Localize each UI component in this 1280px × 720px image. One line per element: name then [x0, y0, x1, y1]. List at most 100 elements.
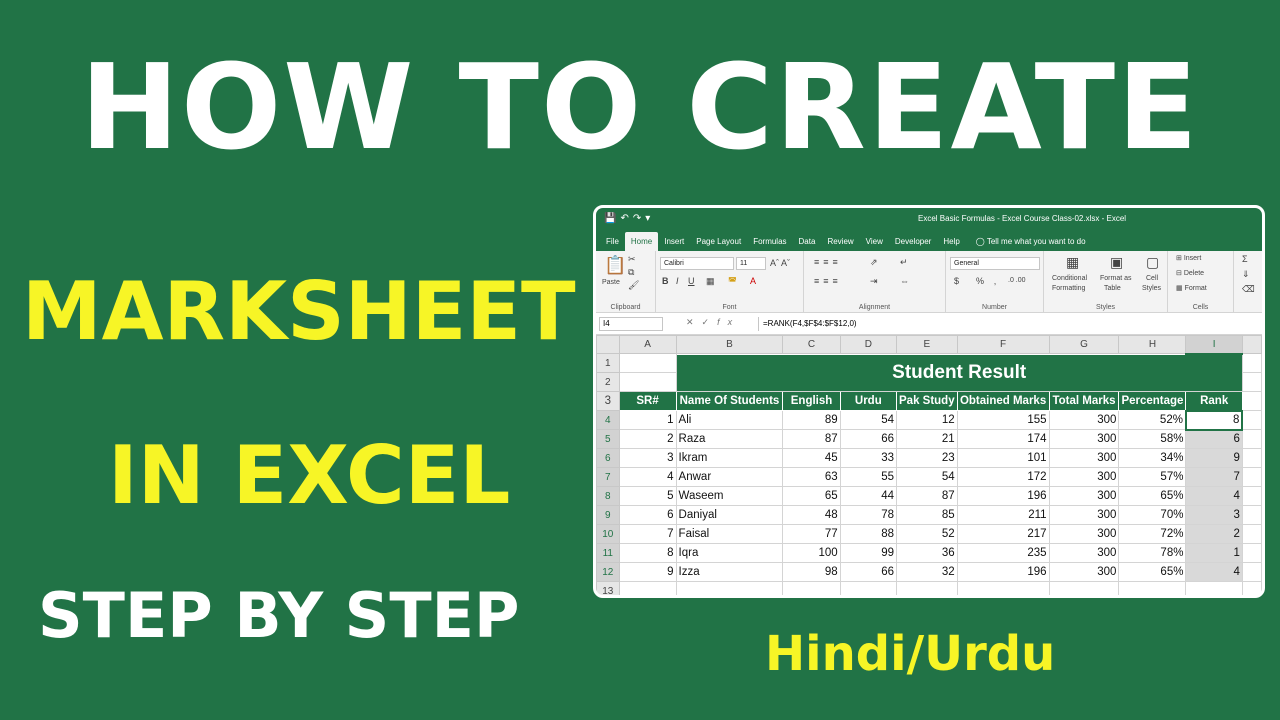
sheet-title[interactable]: Student Result — [675, 353, 1243, 392]
cell[interactable]: 72% — [1118, 524, 1187, 544]
cell[interactable]: 99 — [839, 543, 898, 563]
cell[interactable]: 4 — [1185, 562, 1243, 582]
cell[interactable]: 7 — [1185, 467, 1243, 487]
format-as-table-icon[interactable]: ▣ — [1110, 255, 1123, 269]
tab-insert[interactable]: Insert — [658, 232, 690, 251]
cell[interactable]: 12 — [896, 410, 958, 430]
format-button[interactable]: ▦ Format — [1176, 285, 1207, 292]
cell[interactable]: 172 — [956, 467, 1050, 487]
cell[interactable] — [782, 581, 841, 595]
copy-icon[interactable]: ⧉ — [628, 268, 634, 277]
cell[interactable]: 48 — [782, 505, 841, 525]
cell[interactable]: 6 — [618, 505, 677, 525]
cell[interactable] — [1241, 372, 1262, 392]
cell[interactable]: 3 — [618, 448, 677, 468]
cell[interactable] — [1185, 581, 1243, 595]
column-header[interactable]: E — [896, 335, 958, 354]
header-cell[interactable]: Pak Study — [896, 391, 958, 411]
font-name-dropdown[interactable]: Calibri — [660, 257, 734, 270]
cell[interactable]: Waseem — [675, 486, 784, 506]
cell[interactable]: 7 — [618, 524, 677, 544]
cell[interactable]: 45 — [782, 448, 841, 468]
clear-icon[interactable]: ⌫ — [1242, 285, 1255, 294]
column-header[interactable]: I — [1185, 335, 1243, 355]
tab-home[interactable]: Home — [624, 232, 659, 251]
cell[interactable]: 235 — [956, 543, 1050, 563]
cell[interactable] — [1118, 581, 1187, 595]
cell[interactable]: 211 — [956, 505, 1050, 525]
cell[interactable]: 300 — [1048, 524, 1120, 544]
row-header[interactable]: 11 — [596, 543, 620, 563]
row-header[interactable]: 8 — [596, 486, 620, 506]
cell[interactable] — [1241, 448, 1262, 468]
cell[interactable]: 54 — [896, 467, 958, 487]
header-cell[interactable]: Rank — [1185, 391, 1243, 411]
column-header[interactable]: D — [839, 335, 898, 354]
row-header[interactable]: 7 — [596, 467, 620, 487]
cell[interactable]: Daniyal — [675, 505, 784, 525]
cell[interactable] — [1241, 467, 1262, 487]
number-format-dropdown[interactable]: General — [950, 257, 1040, 270]
formula-input[interactable]: =RANK(F4,$F$4:$F$12,0) — [758, 317, 857, 331]
column-header[interactable]: G — [1048, 335, 1120, 354]
cell[interactable]: 9 — [1185, 448, 1243, 468]
cell[interactable]: 98 — [782, 562, 841, 582]
cell[interactable] — [675, 581, 784, 595]
row-header[interactable]: 2 — [596, 372, 620, 392]
font-color-icon[interactable]: A — [750, 277, 756, 286]
header-cell[interactable]: Name Of Students — [675, 391, 784, 411]
row-header[interactable]: 5 — [596, 429, 620, 449]
select-all-corner[interactable] — [596, 335, 620, 354]
cell[interactable]: 2 — [618, 429, 677, 449]
column-header[interactable] — [1241, 335, 1262, 354]
tab-view[interactable]: View — [860, 232, 889, 251]
cell[interactable]: 155 — [956, 410, 1050, 430]
cell[interactable]: 300 — [1048, 429, 1120, 449]
cell[interactable]: 217 — [956, 524, 1050, 544]
cell[interactable]: 300 — [1048, 543, 1120, 563]
currency-icon[interactable]: $ — [954, 277, 959, 286]
cell[interactable]: 66 — [839, 429, 898, 449]
delete-button[interactable]: ⊟ Delete — [1176, 270, 1204, 277]
row-header[interactable]: 3 — [596, 391, 620, 411]
cell[interactable] — [1241, 410, 1262, 430]
cell[interactable] — [1241, 429, 1262, 449]
cell[interactable]: 65 — [782, 486, 841, 506]
underline-icon[interactable]: U — [688, 277, 695, 286]
cell[interactable]: 88 — [839, 524, 898, 544]
cell[interactable]: 85 — [896, 505, 958, 525]
cell[interactable]: 300 — [1048, 410, 1120, 430]
active-cell[interactable]: 8 — [1184, 409, 1244, 431]
cell[interactable]: 66 — [839, 562, 898, 582]
cell[interactable]: Izza — [675, 562, 784, 582]
tab-help[interactable]: Help — [937, 232, 965, 251]
cell[interactable] — [1241, 353, 1262, 373]
indent-icon[interactable]: ⇥ — [870, 277, 878, 286]
header-cell[interactable]: Obtained Marks — [956, 391, 1050, 411]
cell[interactable]: 34% — [1118, 448, 1187, 468]
cell[interactable]: 44 — [839, 486, 898, 506]
cell[interactable]: Iqra — [675, 543, 784, 563]
cell[interactable] — [896, 581, 958, 595]
cell[interactable]: 300 — [1048, 467, 1120, 487]
cell[interactable]: 1 — [618, 410, 677, 430]
cell[interactable] — [1241, 486, 1262, 506]
fill-color-icon[interactable]: ◚ — [728, 277, 737, 286]
cell[interactable]: Raza — [675, 429, 784, 449]
row-header[interactable]: 1 — [596, 353, 620, 373]
tab-review[interactable]: Review — [821, 232, 859, 251]
cell[interactable] — [956, 581, 1050, 595]
orientation-icon[interactable]: ⇗ — [870, 258, 878, 267]
cell[interactable]: Faisal — [675, 524, 784, 544]
column-header[interactable]: B — [675, 335, 784, 354]
merge-center-icon[interactable]: ⇔ — [900, 277, 909, 286]
cell[interactable]: Anwar — [675, 467, 784, 487]
cell[interactable]: 55 — [839, 467, 898, 487]
horizontal-align-icons[interactable]: ≡≡≡ — [814, 277, 842, 286]
header-cell[interactable]: SR# — [618, 391, 677, 411]
column-header[interactable]: A — [618, 335, 677, 354]
italic-icon[interactable]: I — [676, 277, 679, 286]
cell[interactable]: 300 — [1048, 505, 1120, 525]
cell[interactable]: 63 — [782, 467, 841, 487]
row-header[interactable]: 10 — [596, 524, 620, 544]
